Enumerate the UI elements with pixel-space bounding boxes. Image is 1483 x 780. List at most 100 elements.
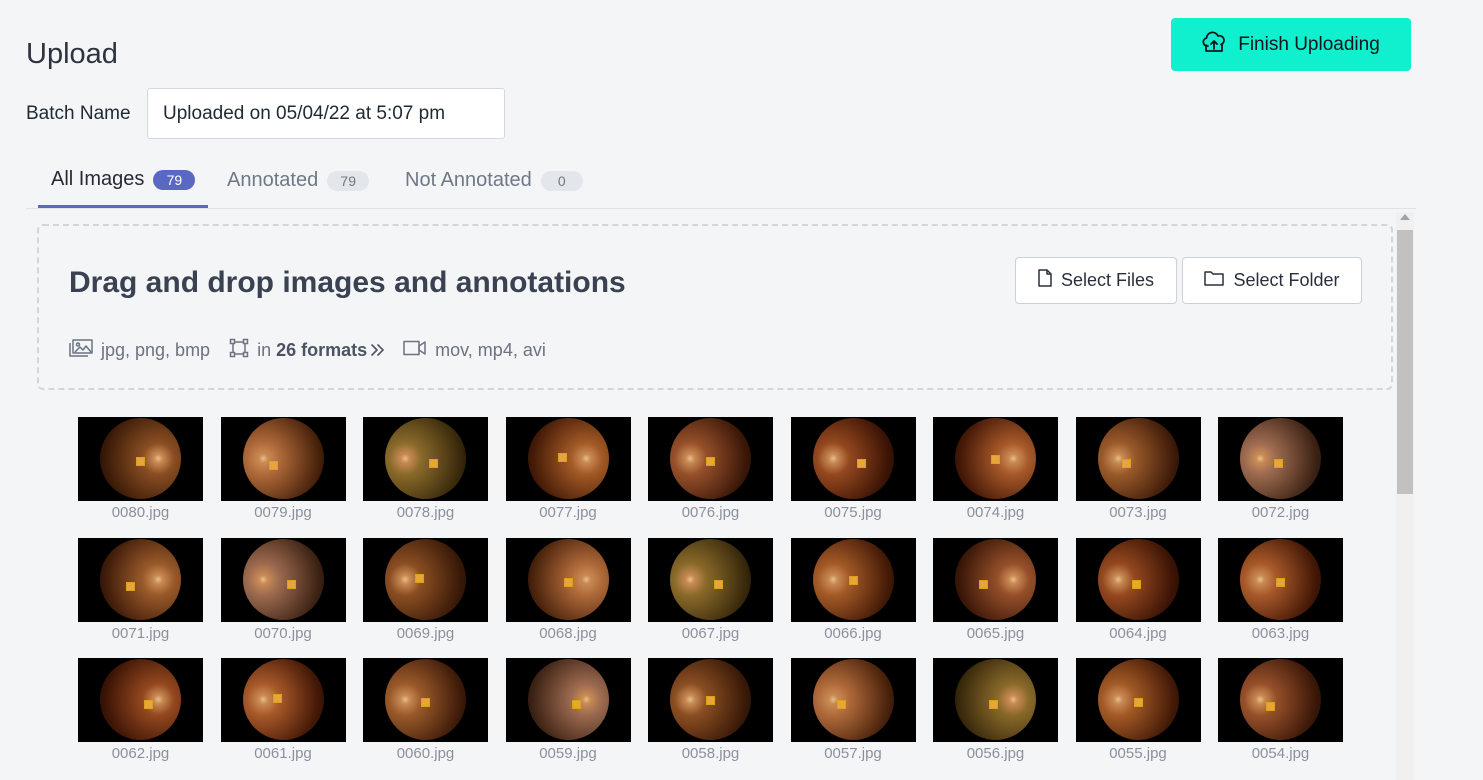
fundus-image[interactable] — [505, 417, 631, 501]
count-badge: 79 — [327, 170, 370, 191]
fundus-image[interactable] — [933, 658, 1058, 742]
annotation-box — [557, 453, 567, 462]
fundus-image[interactable] — [790, 658, 916, 742]
fundus-image[interactable] — [220, 417, 346, 501]
select-files-button[interactable]: Select Files — [1015, 257, 1177, 304]
annotation-formats-link[interactable]: in 26 formats — [229, 338, 384, 363]
image-filename: 0075.jpg — [824, 504, 882, 521]
image-thumbnail[interactable]: 0069.jpg — [363, 537, 488, 642]
fundus-photo — [1240, 659, 1321, 740]
annotation-box — [1133, 698, 1143, 707]
finish-uploading-button[interactable]: Finish Uploading — [1171, 18, 1411, 71]
fundus-image[interactable] — [1218, 417, 1343, 501]
image-filename: 0059.jpg — [539, 745, 597, 762]
image-thumbnail[interactable]: 0064.jpg — [1075, 537, 1201, 642]
fundus-image[interactable] — [220, 658, 346, 742]
image-thumbnail[interactable]: 0060.jpg — [363, 658, 488, 762]
drop-zone-title: Drag and drop images and annotations — [69, 266, 626, 299]
tab-annotated[interactable]: Annotated 79 — [227, 154, 370, 207]
select-folder-button[interactable]: Select Folder — [1182, 257, 1362, 304]
fundus-image[interactable] — [1075, 537, 1201, 622]
image-thumbnail[interactable]: 0078.jpg — [363, 417, 488, 521]
tab-all-images[interactable]: All Images 79 — [38, 154, 209, 208]
fundus-image[interactable] — [363, 658, 488, 742]
annotation-box — [848, 575, 858, 585]
image-filter-tabs: All Images 79 Annotated 79 Not Annotated… — [26, 154, 1416, 209]
annotation-box — [1131, 579, 1141, 589]
fundus-photo — [1097, 418, 1179, 499]
fundus-image[interactable] — [790, 417, 916, 501]
image-thumbnail[interactable]: 0054.jpg — [1218, 658, 1343, 762]
image-thumbnail[interactable]: 0072.jpg — [1218, 417, 1343, 521]
image-thumbnail[interactable]: 0071.jpg — [78, 537, 203, 642]
annotation-prefix: in — [257, 340, 272, 360]
image-thumbnail[interactable]: 0059.jpg — [505, 658, 631, 762]
image-thumbnail[interactable]: 0080.jpg — [78, 417, 203, 521]
fundus-image[interactable] — [648, 417, 773, 501]
tab-label: Not Annotated — [405, 169, 532, 191]
fundus-image[interactable] — [648, 537, 773, 622]
annotation-box — [429, 459, 438, 468]
batch-name-input[interactable] — [147, 88, 505, 139]
image-thumbnail[interactable]: 0073.jpg — [1075, 417, 1201, 521]
tab-not-annotated[interactable]: Not Annotated 0 — [405, 154, 583, 207]
fundus-photo — [100, 538, 181, 620]
fundus-photo — [385, 538, 466, 620]
image-thumbnail[interactable]: 0076.jpg — [648, 417, 773, 521]
image-thumbnail[interactable]: 0077.jpg — [505, 417, 631, 521]
annotation-box — [706, 696, 715, 705]
page-title: Upload — [26, 38, 118, 70]
image-thumbnail[interactable]: 0062.jpg — [78, 658, 203, 762]
image-thumbnail[interactable]: 0065.jpg — [933, 537, 1058, 642]
image-thumbnail[interactable]: 0067.jpg — [648, 537, 773, 642]
annotation-box — [136, 457, 145, 466]
bounding-box-icon — [229, 338, 249, 363]
scrollbar-thumb[interactable] — [1397, 230, 1413, 494]
fundus-image[interactable] — [363, 417, 488, 501]
image-thumbnail[interactable]: 0063.jpg — [1218, 537, 1343, 642]
image-thumbnail[interactable]: 0068.jpg — [505, 537, 631, 642]
image-thumbnail[interactable]: 0075.jpg — [790, 417, 916, 521]
fundus-image[interactable] — [78, 537, 203, 622]
image-thumbnail[interactable]: 0055.jpg — [1075, 658, 1201, 762]
annotation-box — [571, 700, 581, 709]
annotation-box — [421, 698, 430, 707]
fundus-image[interactable] — [363, 537, 488, 622]
image-thumbnail[interactable]: 0074.jpg — [933, 417, 1058, 521]
fundus-photo — [955, 538, 1036, 620]
vertical-scrollbar[interactable] — [1396, 212, 1414, 780]
fundus-image[interactable] — [78, 417, 203, 501]
drop-zone[interactable]: Drag and drop images and annotations Sel… — [37, 224, 1393, 390]
image-thumbnail[interactable]: 0066.jpg — [790, 537, 916, 642]
annotation-box — [1274, 459, 1283, 468]
scroll-up-arrow-icon[interactable] — [1400, 214, 1410, 220]
image-filename: 0079.jpg — [254, 504, 312, 521]
fundus-image[interactable] — [933, 417, 1058, 501]
annotation-formats-text: 26 formats — [276, 340, 368, 360]
fundus-image[interactable] — [220, 537, 346, 622]
fundus-image[interactable] — [1218, 658, 1343, 742]
fundus-image[interactable] — [505, 537, 631, 622]
fundus-photo — [100, 659, 181, 740]
image-thumbnail[interactable]: 0070.jpg — [220, 537, 346, 642]
image-filename: 0058.jpg — [681, 745, 740, 762]
annotation-box — [272, 694, 282, 703]
fundus-image[interactable] — [648, 658, 773, 742]
fundus-image[interactable] — [1218, 537, 1343, 622]
annotation-box — [563, 577, 573, 587]
image-thumbnail[interactable]: 0057.jpg — [790, 658, 916, 762]
fundus-image[interactable] — [78, 658, 203, 742]
upload-scroll-area: Drag and drop images and annotations Sel… — [26, 208, 1416, 780]
image-filename: 0072.jpg — [1251, 504, 1310, 521]
image-thumbnail[interactable]: 0056.jpg — [933, 658, 1058, 762]
image-thumbnail[interactable]: 0079.jpg — [220, 417, 346, 521]
image-thumbnail[interactable]: 0058.jpg — [648, 658, 773, 762]
fundus-photo — [527, 659, 609, 740]
fundus-image[interactable] — [933, 537, 1058, 622]
fundus-image[interactable] — [1075, 417, 1201, 501]
fundus-image[interactable] — [505, 658, 631, 742]
image-filename: 0063.jpg — [1251, 624, 1310, 642]
fundus-image[interactable] — [790, 537, 916, 622]
fundus-image[interactable] — [1075, 658, 1201, 742]
image-thumbnail[interactable]: 0061.jpg — [220, 658, 346, 762]
